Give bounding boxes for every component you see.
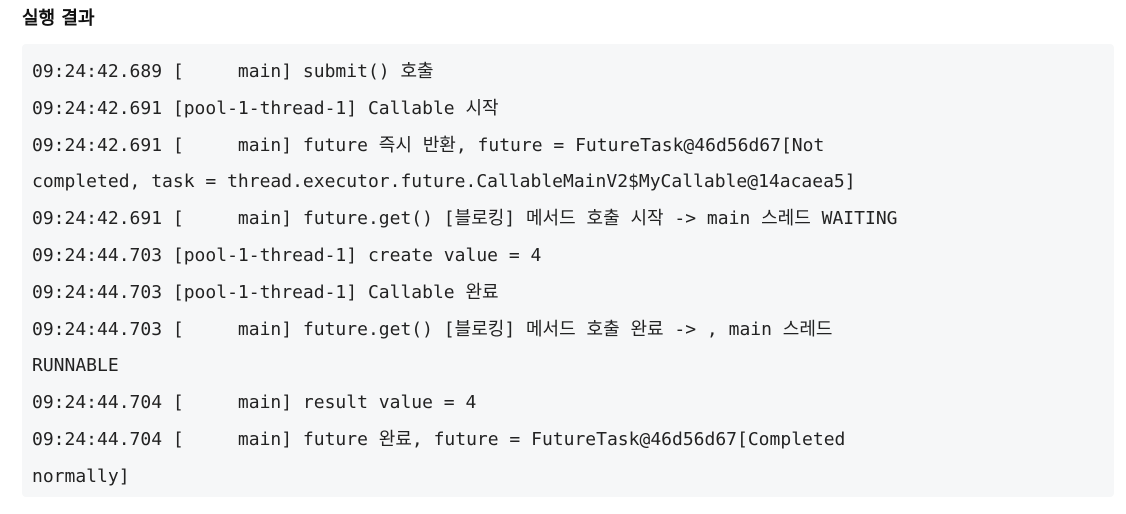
log-line: 09:24:44.703 [pool-1-thread-1] Callable … (32, 281, 499, 303)
log-line: 09:24:44.703 [ main] future.get() [블로킹] … (32, 318, 833, 340)
log-line: 09:24:42.689 [ main] submit() 호출 (32, 61, 434, 82)
log-line: 09:24:42.691 [ main] future 즉시 반환, futur… (32, 134, 825, 156)
log-line: normally] (32, 465, 130, 487)
log-line: 09:24:44.704 [ main] result value = 4 (32, 392, 477, 414)
log-line: 09:24:44.704 [ main] future 완료, future =… (32, 428, 846, 450)
log-line: 09:24:42.691 [pool-1-thread-1] Callable … (32, 97, 499, 119)
section-heading: 실행 결과 (22, 8, 95, 29)
log-line-list: 09:24:42.689 [ main] submit() 호출 09:24:4… (32, 54, 1114, 496)
log-line: RUNNABLE (32, 355, 119, 377)
log-line: 09:24:44.703 [pool-1-thread-1] create va… (32, 244, 542, 266)
log-line: completed, task = thread.executor.future… (32, 171, 856, 193)
console-output-block: 09:24:42.689 [ main] submit() 호출 09:24:4… (22, 44, 1114, 497)
log-line: 09:24:42.691 [ main] future.get() [블로킹] … (32, 208, 898, 230)
